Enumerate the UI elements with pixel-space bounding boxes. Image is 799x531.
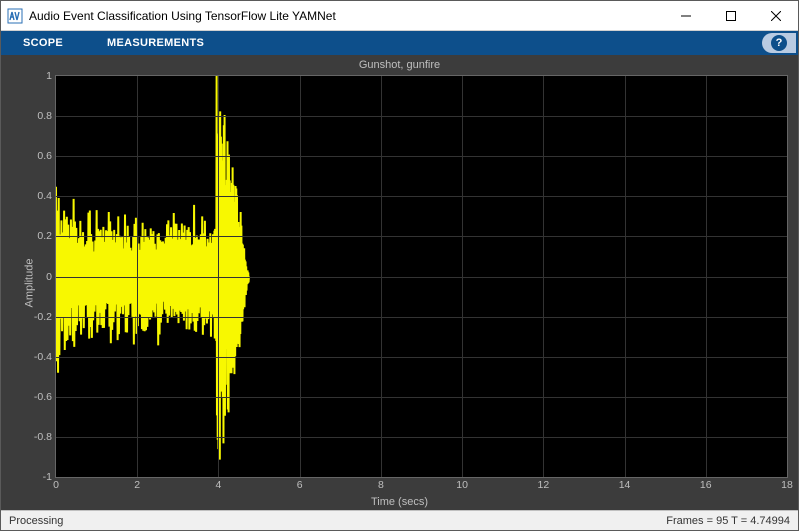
scope-area: Gunshot, gunfire Amplitude Time (secs) -…: [1, 55, 798, 510]
grid-line-h: [56, 236, 787, 237]
minimize-button[interactable]: [663, 1, 708, 31]
grid-line-v: [543, 76, 544, 477]
grid-line-h: [56, 357, 787, 358]
tab-measurements[interactable]: MEASUREMENTS: [85, 31, 226, 55]
y-tick-label: 0.6: [37, 150, 56, 162]
x-tick-label: 18: [781, 477, 793, 491]
help-icon: ?: [771, 35, 787, 51]
grid-line-v: [137, 76, 138, 477]
tab-scope[interactable]: SCOPE: [1, 31, 85, 55]
y-tick-label: 0: [46, 271, 56, 283]
y-tick-label: -0.2: [34, 311, 56, 323]
x-tick-label: 4: [216, 477, 222, 491]
maximize-button[interactable]: [708, 1, 753, 31]
y-tick-label: 0.2: [37, 230, 56, 242]
grid-line-v: [462, 76, 463, 477]
app-icon: [7, 8, 23, 24]
toolstrip-spacer: [226, 31, 762, 55]
x-tick-label: 8: [378, 477, 384, 491]
titlebar[interactable]: Audio Event Classification Using TensorF…: [1, 1, 798, 31]
app-window: Audio Event Classification Using TensorF…: [0, 0, 799, 531]
x-tick-label: 12: [537, 477, 549, 491]
x-tick-label: 16: [700, 477, 712, 491]
grid-line-h: [56, 317, 787, 318]
help-button[interactable]: ?: [762, 33, 796, 53]
x-tick-label: 6: [297, 477, 303, 491]
y-tick-label: 0.4: [37, 190, 56, 202]
waveform-path: [56, 76, 249, 460]
statusbar: Processing Frames = 95 T = 4.74994: [1, 510, 798, 530]
x-tick-label: 0: [53, 477, 59, 491]
grid-line-h: [56, 116, 787, 117]
x-tick-label: 10: [456, 477, 468, 491]
x-axis-label: Time (secs): [1, 496, 798, 508]
grid-line-h: [56, 437, 787, 438]
grid-line-v: [218, 76, 219, 477]
grid-line-v: [625, 76, 626, 477]
x-tick-label: 14: [619, 477, 631, 491]
grid-line-v: [300, 76, 301, 477]
grid-line-h: [56, 156, 787, 157]
toolstrip: SCOPE MEASUREMENTS ?: [1, 31, 798, 55]
window-controls: [663, 1, 798, 31]
grid-line-h: [56, 196, 787, 197]
y-tick-label: 0.8: [37, 110, 56, 122]
y-tick-label: -0.8: [34, 431, 56, 443]
window-title: Audio Event Classification Using TensorF…: [29, 9, 663, 23]
status-text: Processing: [9, 515, 666, 527]
plot-axes[interactable]: -1-0.8-0.6-0.4-0.200.20.40.60.8102468101…: [55, 75, 788, 478]
grid-line-h: [56, 277, 787, 278]
status-metrics: Frames = 95 T = 4.74994: [666, 515, 790, 527]
close-button[interactable]: [753, 1, 798, 31]
y-tick-label: -0.4: [34, 351, 56, 363]
grid-line-h: [56, 397, 787, 398]
y-axis-label: Amplitude: [23, 258, 35, 307]
y-tick-label: 1: [46, 70, 56, 82]
grid-line-v: [706, 76, 707, 477]
y-tick-label: -0.6: [34, 391, 56, 403]
plot-title: Gunshot, gunfire: [1, 59, 798, 71]
x-tick-label: 2: [134, 477, 140, 491]
grid-line-v: [381, 76, 382, 477]
